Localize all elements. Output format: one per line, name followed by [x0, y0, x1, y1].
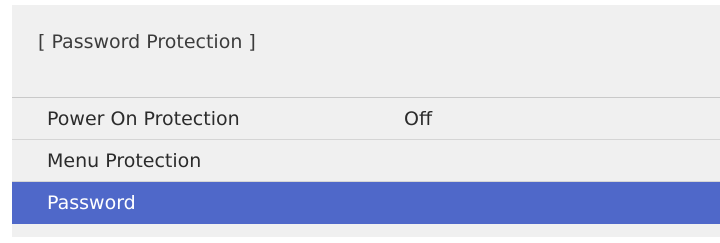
menu-item-value: Off: [404, 107, 433, 130]
password-protection-menu: Power On Protection Off Menu Protection …: [12, 97, 720, 224]
menu-item-label: Menu Protection: [47, 149, 202, 172]
menu-item-label: Power On Protection: [47, 107, 240, 130]
password-protection-panel: [ Password Protection ] Power On Protect…: [12, 5, 720, 237]
panel-title: [ Password Protection ]: [38, 31, 256, 53]
menu-item-password[interactable]: Password: [12, 182, 720, 224]
menu-item-power-on-protection[interactable]: Power On Protection Off: [12, 98, 720, 140]
menu-item-label: Password: [47, 191, 136, 214]
menu-item-menu-protection[interactable]: Menu Protection: [12, 140, 720, 182]
